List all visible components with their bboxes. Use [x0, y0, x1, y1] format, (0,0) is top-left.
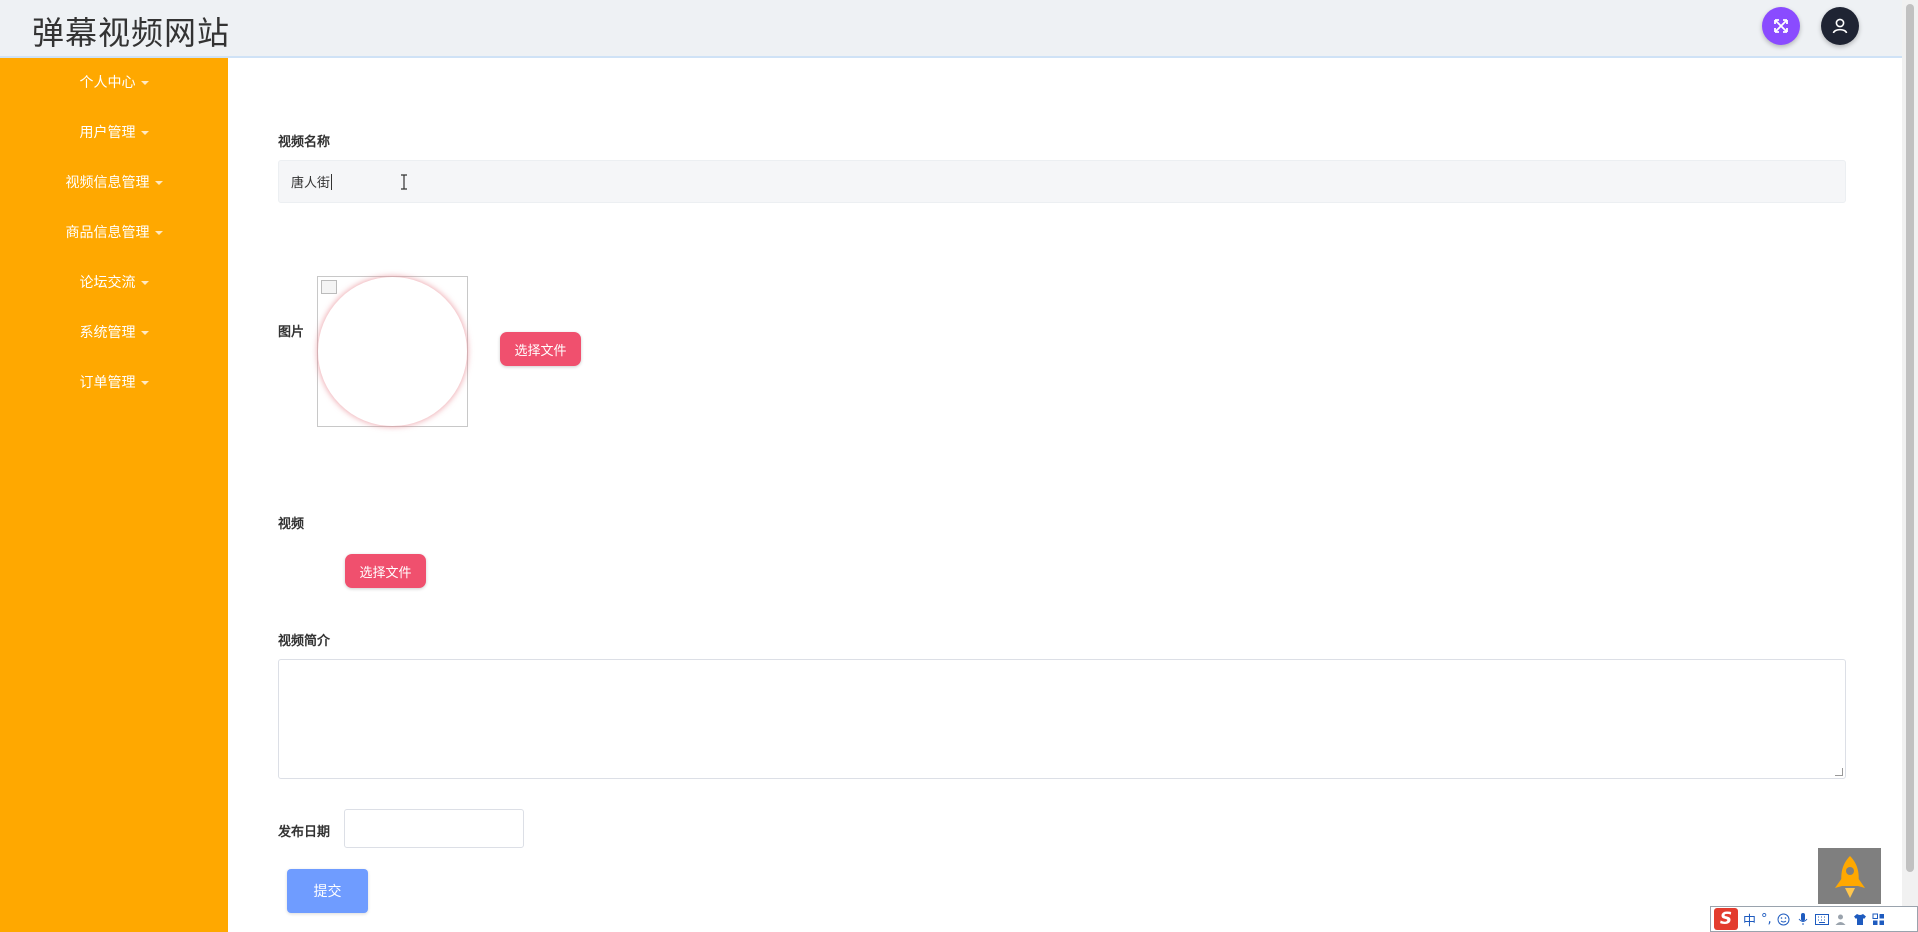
- sidebar-item-label: 订单管理: [79, 375, 136, 391]
- sidebar-item-label: 视频信息管理: [65, 175, 150, 191]
- microphone-icon[interactable]: [1796, 912, 1810, 926]
- sogou-logo-icon[interactable]: S: [1714, 908, 1738, 930]
- video-label: 视频: [278, 517, 305, 532]
- ime-mode-toggle[interactable]: 中: [1743, 910, 1756, 929]
- broken-image-icon: [321, 280, 337, 294]
- text-cursor: [331, 173, 333, 190]
- video-upload-button[interactable]: 选择文件: [345, 554, 426, 588]
- caret-down-icon: [140, 80, 149, 85]
- sidebar-item-label: 商品信息管理: [65, 225, 150, 241]
- caret-down-icon: [154, 230, 163, 235]
- ime-punctuation-toggle[interactable]: °,: [1761, 912, 1772, 927]
- image-label: 图片: [278, 325, 305, 340]
- keyboard-icon[interactable]: [1814, 912, 1829, 926]
- image-upload-button[interactable]: 选择文件: [500, 332, 581, 366]
- emoji-icon[interactable]: [1777, 912, 1791, 926]
- resize-handle-icon[interactable]: [1835, 768, 1843, 776]
- caret-down-icon: [140, 380, 149, 385]
- user-icon: [1832, 18, 1848, 34]
- sidebar-item-label: 个人中心: [79, 75, 136, 91]
- caret-down-icon: [154, 180, 163, 185]
- sidebar-item-forum[interactable]: 论坛交流: [0, 270, 228, 294]
- ibeam-cursor-icon: [401, 174, 407, 190]
- vertical-scrollbar[interactable]: [1902, 0, 1918, 932]
- top-header: 弹幕视频网站: [0, 0, 1902, 58]
- sidebar: 个人中心 用户管理 视频信息管理 商品信息管理 论坛交流 系统管理 订单管理: [0, 58, 228, 932]
- submit-button[interactable]: 提交: [287, 869, 368, 913]
- image-preview: [317, 276, 468, 427]
- video-name-value: 唐人街: [291, 176, 331, 191]
- caret-down-icon: [140, 280, 149, 285]
- scrollbar-thumb[interactable]: [1906, 4, 1914, 872]
- caret-down-icon: [140, 130, 149, 135]
- sidebar-item-personal-center[interactable]: 个人中心: [0, 70, 228, 94]
- video-intro-textarea[interactable]: [278, 659, 1846, 779]
- back-to-top-button[interactable]: [1818, 848, 1881, 904]
- sidebar-item-video-info-management[interactable]: 视频信息管理: [0, 170, 228, 194]
- site-title: 弹幕视频网站: [32, 14, 231, 52]
- release-date-label: 发布日期: [278, 825, 331, 840]
- skin-shirt-icon[interactable]: [1853, 912, 1867, 926]
- sidebar-item-label: 论坛交流: [79, 275, 136, 291]
- sidebar-item-label: 系统管理: [79, 325, 136, 341]
- video-name-label: 视频名称: [278, 135, 331, 150]
- page: 弹幕视频网站 个人中心 用户管理 视频信息管理 商品信息管理 论坛交流 系统管理…: [0, 0, 1918, 932]
- rocket-icon: [1834, 856, 1865, 898]
- video-name-input[interactable]: 唐人街: [278, 160, 1846, 203]
- release-date-input[interactable]: [344, 809, 524, 848]
- sidebar-item-product-info-management[interactable]: 商品信息管理: [0, 220, 228, 244]
- ime-toolbar: S 中 °,: [1710, 906, 1918, 932]
- user-account-icon[interactable]: [1834, 912, 1848, 926]
- fullscreen-button[interactable]: [1762, 7, 1800, 45]
- expand-arrows-icon: [1774, 19, 1788, 33]
- sidebar-item-system-management[interactable]: 系统管理: [0, 320, 228, 344]
- user-menu-button[interactable]: [1821, 7, 1859, 45]
- sidebar-item-label: 用户管理: [79, 125, 136, 141]
- video-edit-form: 视频名称 唐人街 图片 选择文件 视频 选择文件 视频简介 发布日期 提交: [228, 60, 1902, 932]
- image-preview-circle: [318, 277, 467, 426]
- caret-down-icon: [140, 330, 149, 335]
- video-intro-label: 视频简介: [278, 634, 331, 649]
- sidebar-item-user-management[interactable]: 用户管理: [0, 120, 228, 144]
- sidebar-item-order-management[interactable]: 订单管理: [0, 370, 228, 394]
- toolbox-grid-icon[interactable]: [1872, 912, 1886, 926]
